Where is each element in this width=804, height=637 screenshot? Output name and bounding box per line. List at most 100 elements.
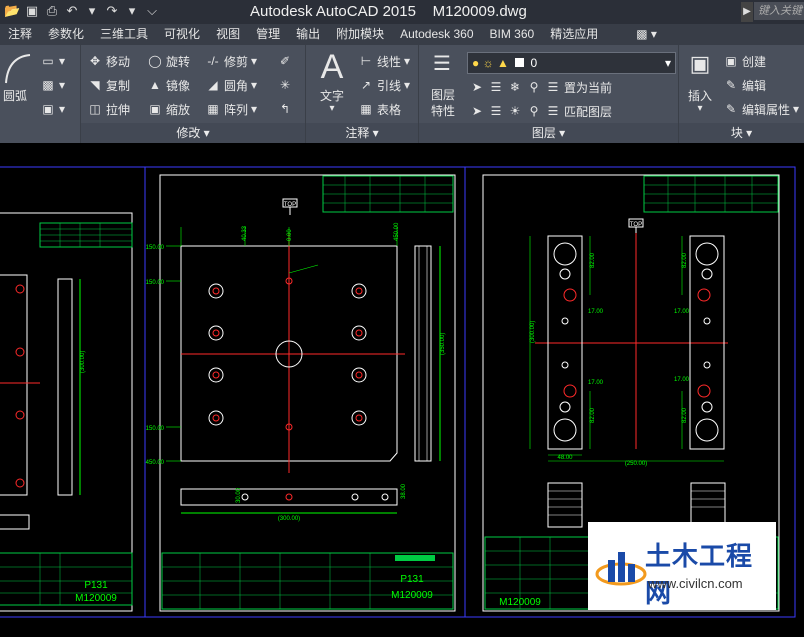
- svg-text:0.00: 0.00: [287, 229, 293, 241]
- tab-manage[interactable]: 管理: [248, 24, 288, 45]
- tab-3d-tools[interactable]: 三维工具: [92, 24, 156, 45]
- set-current-button[interactable]: 置为当前: [564, 79, 612, 96]
- tab-featured-apps[interactable]: 精选应用: [542, 24, 606, 45]
- table-button[interactable]: ▦ 表格: [358, 99, 401, 119]
- layer-dropdown[interactable]: ● ☼ ▲ 0 ▾: [467, 52, 676, 74]
- table-label: 表格: [377, 102, 402, 117]
- boundary-button[interactable]: ▣ ▾: [40, 99, 65, 119]
- erase-button[interactable]: ✐: [277, 51, 293, 71]
- layer-lock-icon[interactable]: ⚲: [526, 79, 542, 95]
- chevron-down-icon[interactable]: ▾: [683, 103, 717, 114]
- scale-icon: ▣: [149, 102, 161, 116]
- sheet-code-middle: P131: [400, 574, 424, 585]
- arc-button[interactable]: 圆弧: [0, 87, 30, 104]
- edit-block-button[interactable]: ✎ 编辑: [723, 75, 766, 95]
- tab-parametric[interactable]: 参数化: [40, 24, 92, 45]
- middle-sheet: TOP 150.00 150.00 150.00 450.00 40.33 0.…: [146, 175, 454, 610]
- offset-button[interactable]: ↰: [277, 99, 293, 119]
- layer-stack-icon[interactable]: ☰: [427, 51, 457, 76]
- rotate-button[interactable]: ◯ 旋转: [147, 51, 190, 71]
- tab-extra[interactable]: ▩ ▾: [606, 24, 665, 45]
- layer-properties-button[interactable]: 图层 特性: [423, 87, 463, 119]
- copy-button[interactable]: ◥ 复制: [87, 75, 130, 95]
- insert-block-icon[interactable]: ▣: [683, 51, 717, 77]
- tab-bim-360[interactable]: BIM 360: [482, 24, 543, 45]
- text-icon[interactable]: A: [312, 49, 352, 85]
- svg-text:38.00: 38.00: [401, 483, 407, 499]
- fillet-button[interactable]: ◢ 圆角 ▾: [205, 75, 257, 95]
- rectangle-button[interactable]: ▭ ▾: [40, 51, 65, 71]
- undo-icon[interactable]: ↶: [64, 3, 80, 19]
- leader-button[interactable]: ↗ 引线 ▾: [358, 75, 410, 95]
- stretch-button[interactable]: ◫ 拉伸: [87, 99, 130, 119]
- rotate-icon: ◯: [148, 54, 162, 68]
- leader-label: 引线: [377, 78, 402, 93]
- tab-visualize[interactable]: 可视化: [156, 24, 208, 45]
- folder-open-icon[interactable]: 📂: [4, 3, 20, 19]
- trim-button[interactable]: -/- 修剪 ▾: [205, 51, 257, 71]
- expand-arrow-icon[interactable]: ▶: [741, 2, 753, 22]
- block-panel-title[interactable]: 块 ▾: [679, 123, 804, 143]
- copy-label: 复制: [106, 78, 131, 93]
- svg-text:30.00: 30.00: [236, 487, 242, 503]
- create-label: 创建: [742, 54, 767, 69]
- eraser-icon: ✐: [279, 54, 291, 68]
- layer-freeze-icon[interactable]: ❄: [507, 79, 523, 95]
- layer-isolate-icon[interactable]: ☰: [488, 79, 504, 95]
- search-input[interactable]: 键入关键: [754, 2, 804, 20]
- bulb-icon: ●: [472, 56, 480, 70]
- modify-panel-title[interactable]: 修改 ▾: [81, 123, 305, 143]
- layer-off-icon[interactable]: ➤: [469, 79, 485, 95]
- edit-attributes-button[interactable]: ✎ 编辑属性 ▾: [723, 99, 799, 119]
- layer-on-icon[interactable]: ➤: [469, 103, 485, 119]
- left-sheet: (300.00) P131 M120009: [0, 222, 133, 606]
- tab-output[interactable]: 输出: [288, 24, 328, 45]
- svg-text:450.00: 450.00: [146, 460, 165, 466]
- hatch-button[interactable]: ▩ ▾: [40, 75, 65, 95]
- svg-text:17.00: 17.00: [588, 309, 604, 315]
- stretch-label: 拉伸: [106, 102, 131, 117]
- save-icon[interactable]: ▣: [24, 3, 40, 19]
- mirror-button[interactable]: ▲ 镜像: [147, 75, 190, 95]
- svg-text:150.00: 150.00: [146, 280, 165, 286]
- edit-label: 编辑: [742, 78, 767, 93]
- layer-thaw-icon[interactable]: ☀: [507, 103, 523, 119]
- layers-panel-label: 图层: [531, 126, 556, 140]
- layers-panel-title[interactable]: 图层 ▾: [419, 123, 678, 143]
- dropdown-icon[interactable]: ▾: [124, 3, 140, 19]
- match-layer-button[interactable]: 匹配图层: [564, 103, 612, 120]
- redo-icon[interactable]: ↷: [104, 3, 120, 19]
- layer-unlock-icon[interactable]: ⚲: [526, 103, 542, 119]
- svg-text:150.00: 150.00: [146, 426, 165, 432]
- tab-addins[interactable]: 附加模块: [328, 24, 392, 45]
- tab-autodesk-360[interactable]: Autodesk 360: [392, 24, 481, 45]
- copy-icon: ◥: [90, 78, 100, 92]
- array-button[interactable]: ▦ 阵列 ▾: [205, 99, 257, 119]
- tab-view[interactable]: 视图: [208, 24, 248, 45]
- layers-panel: ☰ 图层 特性 ● ☼ ▲ 0 ▾ ➤ ☰ ❄ ⚲ ☰ 置为当前 ➤ ☰ ☀ ⚲…: [419, 45, 679, 143]
- move-button[interactable]: ✥ 移动: [87, 51, 130, 71]
- watermark-title: 土木工程网: [645, 541, 754, 608]
- linear-dim-button[interactable]: ⊢ 线性 ▾: [358, 51, 410, 71]
- svg-text:(350.00): (350.00): [440, 333, 446, 355]
- hatch-icon: ▩: [42, 78, 54, 92]
- tab-annotate[interactable]: 注释: [0, 24, 40, 45]
- chevron-down-icon[interactable]: ▾: [312, 103, 352, 114]
- watermark-logo: 土木工程网 www.civilcn.com: [588, 522, 776, 610]
- insert-button[interactable]: 插入: [683, 87, 717, 104]
- annotation-panel-title[interactable]: 注释 ▾: [306, 123, 418, 143]
- customize-icon[interactable]: ⌵: [144, 3, 160, 19]
- print-icon[interactable]: ⎙: [44, 3, 60, 19]
- set-current-icon: ☰: [547, 80, 559, 94]
- explode-button[interactable]: ✳: [277, 75, 293, 95]
- dropdown-icon[interactable]: ▾: [84, 3, 100, 19]
- create-block-button[interactable]: ▣ 创建: [723, 51, 766, 71]
- text-button[interactable]: 文字: [312, 87, 352, 104]
- scale-button[interactable]: ▣ 缩放: [147, 99, 190, 119]
- layer-unisolate-icon[interactable]: ☰: [488, 103, 504, 119]
- arc-icon[interactable]: [2, 51, 32, 87]
- layer-color-swatch: [515, 58, 525, 67]
- mirror-label: 镜像: [166, 78, 191, 93]
- sheet-frame-middle: [144, 166, 466, 618]
- move-icon: ✥: [89, 54, 101, 68]
